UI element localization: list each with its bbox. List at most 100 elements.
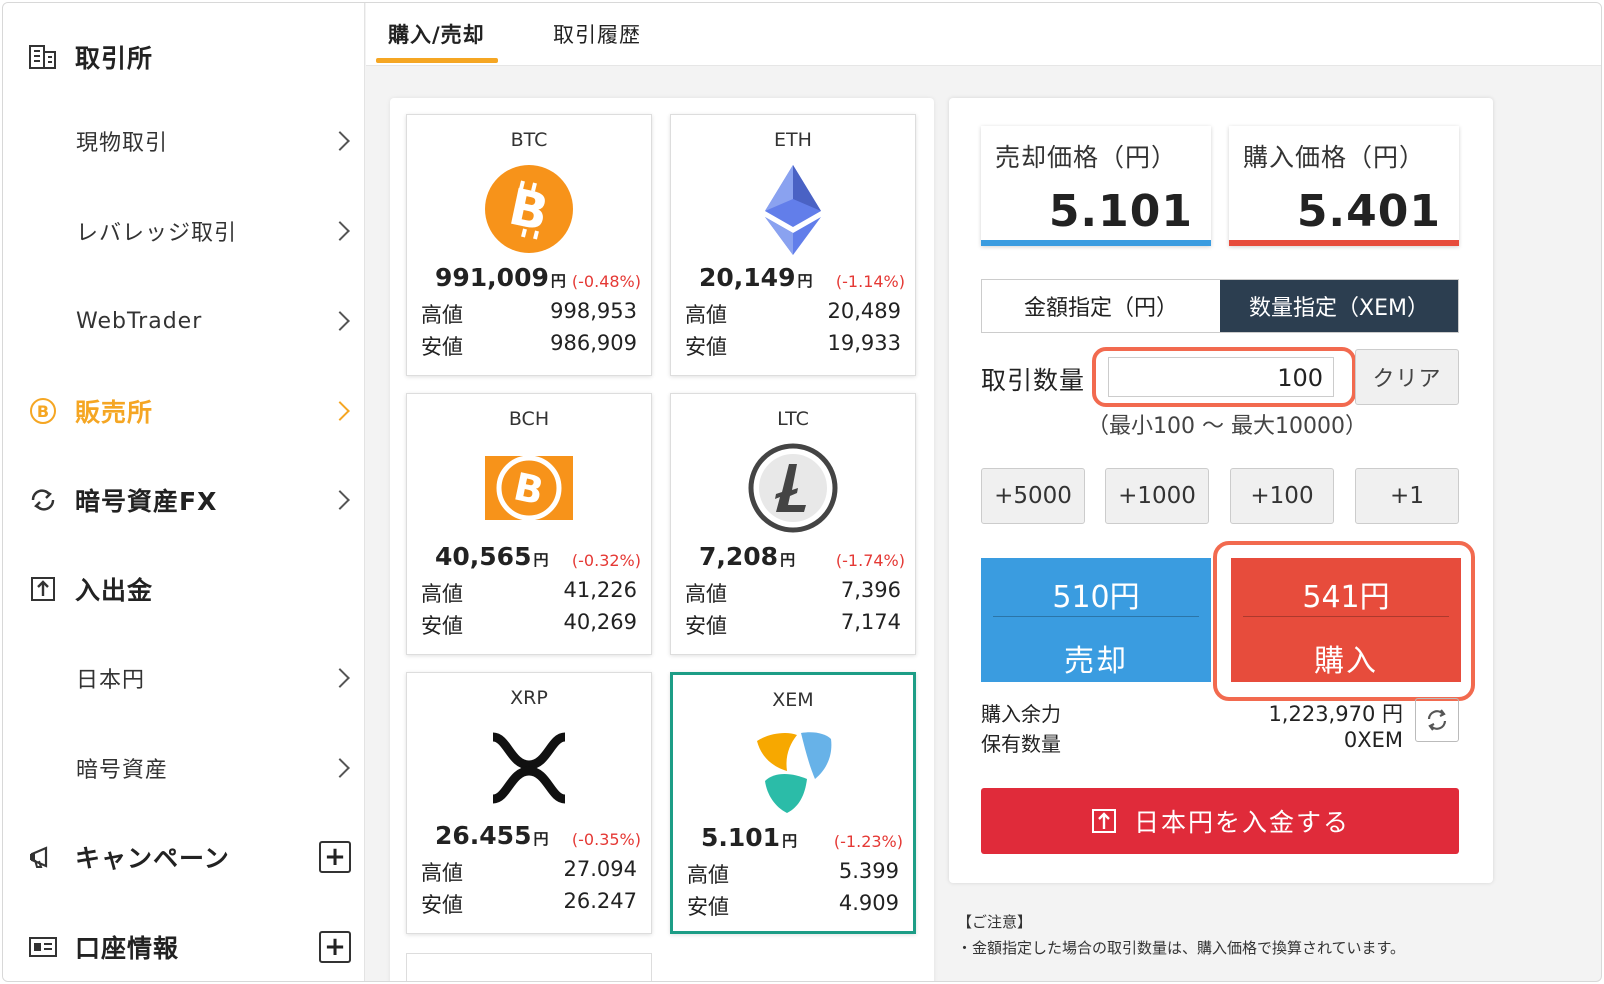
tab-buy-sell[interactable]: 購入/売却 [388,19,485,49]
coin-card-bch[interactable]: BCH B 40,565 円 (-0.32%) 高値 41,226 安値 40,269 [406,393,652,655]
coin-change: (-1.23%) [833,832,903,851]
sell-button[interactable]: 510円 売却 [981,558,1211,682]
refresh-button[interactable] [1415,698,1459,742]
coin-symbol: LTC [777,408,809,430]
coin-price: 20,149 円 [699,263,813,292]
chevron-right-icon [330,221,350,241]
sidebar-item-label: WebTrader [76,308,203,334]
megaphone-icon [27,841,59,873]
deposit-upload-icon [1091,809,1116,833]
bitcoin-cash-icon: B [483,442,575,534]
increment-1000-button[interactable]: +1000 [1105,468,1209,524]
notice-title: 【ご注意】 [957,913,1033,931]
quantity-input[interactable]: 100 [1108,357,1334,397]
chevron-right-icon [330,490,350,510]
increment-1-button[interactable]: +1 [1355,468,1459,524]
sidebar-item-fx[interactable]: 暗号資産FX [3,480,365,520]
sell-price-bar [981,240,1211,246]
available-label: 購入余力 [981,702,1061,726]
bitcoin-circle-icon: B [27,395,59,427]
coin-symbol: XRP [510,687,548,709]
buy-button[interactable]: 541円 購入 [1231,558,1461,682]
coin-card-xrp[interactable]: XRP 26.455 円 (-0.35%) 高値 27.094 安値 26.247 [406,672,652,934]
coin-price: 26.455 円 [435,821,549,850]
sidebar-title-exchange: 取引所 [75,44,154,73]
sell-price-box: 売却価格（円） 5.101 [981,126,1211,246]
sell-amount: 510円 [1052,580,1140,615]
coin-price: 5.101 円 [701,823,798,852]
coin-price: 7,208 円 [699,542,796,571]
app-frame: 取引所 現物取引 レバレッジ取引 WebTrader B 販売所 暗号資産FX [2,2,1602,982]
buy-amount: 541円 [1302,580,1390,615]
coin-change: (-0.35%) [571,830,641,849]
coin-high-row: 高値 5.399 [687,859,899,887]
coin-card-eth[interactable]: ETH 20,149 円 (-1.14%) 高値 20,489 安値 19,933 [670,114,916,376]
coin-change: (-0.32%) [571,551,641,570]
coin-card-btc[interactable]: BTC B 991,009 円 (-0.48%) 高値 998,953 安値 986,… [406,114,652,376]
sidebar-item-crypto[interactable]: 暗号資産 [3,748,365,788]
mode-amount-button[interactable]: 金額指定（円） [982,280,1220,332]
sidebar-item-store[interactable]: B 販売所 [3,391,365,431]
chevron-right-icon [330,758,350,778]
sidebar-item-spot[interactable]: 現物取引 [3,121,365,161]
sidebar-section-exchange[interactable]: 取引所 [3,37,365,77]
increment-5000-button[interactable]: +5000 [981,468,1085,524]
sidebar-item-jpy[interactable]: 日本円 [3,658,365,698]
coin-change: (-0.48%) [571,272,641,291]
buy-price-box: 購入価格（円） 5.401 [1229,126,1459,246]
coin-high-row: 高値 27.094 [421,857,637,885]
coin-change: (-1.74%) [835,551,905,570]
chevron-right-icon [330,131,350,151]
tab-history[interactable]: 取引履歴 [553,19,641,49]
sidebar-section-account[interactable]: 口座情報 + [3,927,365,967]
holding-label: 保有数量 [981,732,1061,756]
sidebar-item-label: レバレッジ取引 [76,221,238,246]
deposit-upload-icon [27,573,59,605]
mode-quantity-button[interactable]: 数量指定（XEM） [1220,280,1458,332]
expand-plus-icon[interactable]: + [319,841,351,873]
sidebar-item-webtrader[interactable]: WebTrader [3,301,365,341]
coin-card-ltc[interactable]: LTC 7,208 円 (-1.74%) 高値 7,396 安値 7,174 [670,393,916,655]
svg-text:B: B [37,402,49,421]
coin-low-row: 安値 986,909 [421,331,637,359]
order-mode-toggle: 金額指定（円） 数量指定（XEM） [981,279,1459,333]
coin-card-xem[interactable]: XEM 5.101 円 (-1.23%) 高値 5.399 安値 4.909 [670,672,916,934]
sidebar-item-leverage[interactable]: レバレッジ取引 [3,211,365,251]
chevron-right-icon [330,401,350,421]
refresh-icon [1427,709,1447,731]
coin-high-row: 高値 41,226 [421,578,637,606]
litecoin-icon [747,442,839,534]
notice-line: ・金額指定した場合の取引数量は、購入価格で換算されています。 [957,939,1406,957]
expand-plus-icon[interactable]: + [319,931,351,963]
increment-100-button[interactable]: +100 [1230,468,1334,524]
quantity-label: 取引数量 [981,366,1086,395]
divider [1243,616,1449,617]
buy-label: 購入 [1314,644,1378,679]
sidebar-section-deposit[interactable]: 入出金 [3,569,365,609]
available-value: 1,223,970 円 [1268,702,1403,726]
deposit-button-label: 日本円を入金する [1133,808,1350,837]
nem-icon [747,723,839,815]
buy-price-label: 購入価格（円） [1243,143,1426,172]
sidebar-title-deposit: 入出金 [75,576,154,605]
coin-low-row: 安値 7,174 [685,610,901,638]
quantity-range-hint: （最小100 ～ 最大10000） [1087,414,1367,439]
id-card-icon [27,931,59,963]
coin-card-partial [406,953,652,981]
ripple-icon [483,721,575,813]
coin-symbol: ETH [774,129,812,151]
coin-high-row: 高値 998,953 [421,299,637,327]
sidebar-title-campaign: キャンペーン [75,844,230,873]
ethereum-icon [747,163,839,255]
sidebar-title-account: 口座情報 [75,934,180,963]
clear-button[interactable]: クリア [1355,349,1459,405]
sidebar-item-label: 現物取引 [76,131,169,156]
trade-panel: 売却価格（円） 5.101 購入価格（円） 5.401 金額指定（円） 数量指定… [949,98,1493,883]
sidebar-section-campaign[interactable]: キャンペーン + [3,837,365,877]
chevron-right-icon [330,668,350,688]
deposit-jpy-button[interactable]: 日本円を入金する [981,788,1459,854]
coin-low-row: 安値 4.909 [687,891,899,919]
coin-low-row: 安値 40,269 [421,610,637,638]
coin-low-row: 安値 19,933 [685,331,901,359]
quantity-highlight: 100 [1092,347,1356,407]
